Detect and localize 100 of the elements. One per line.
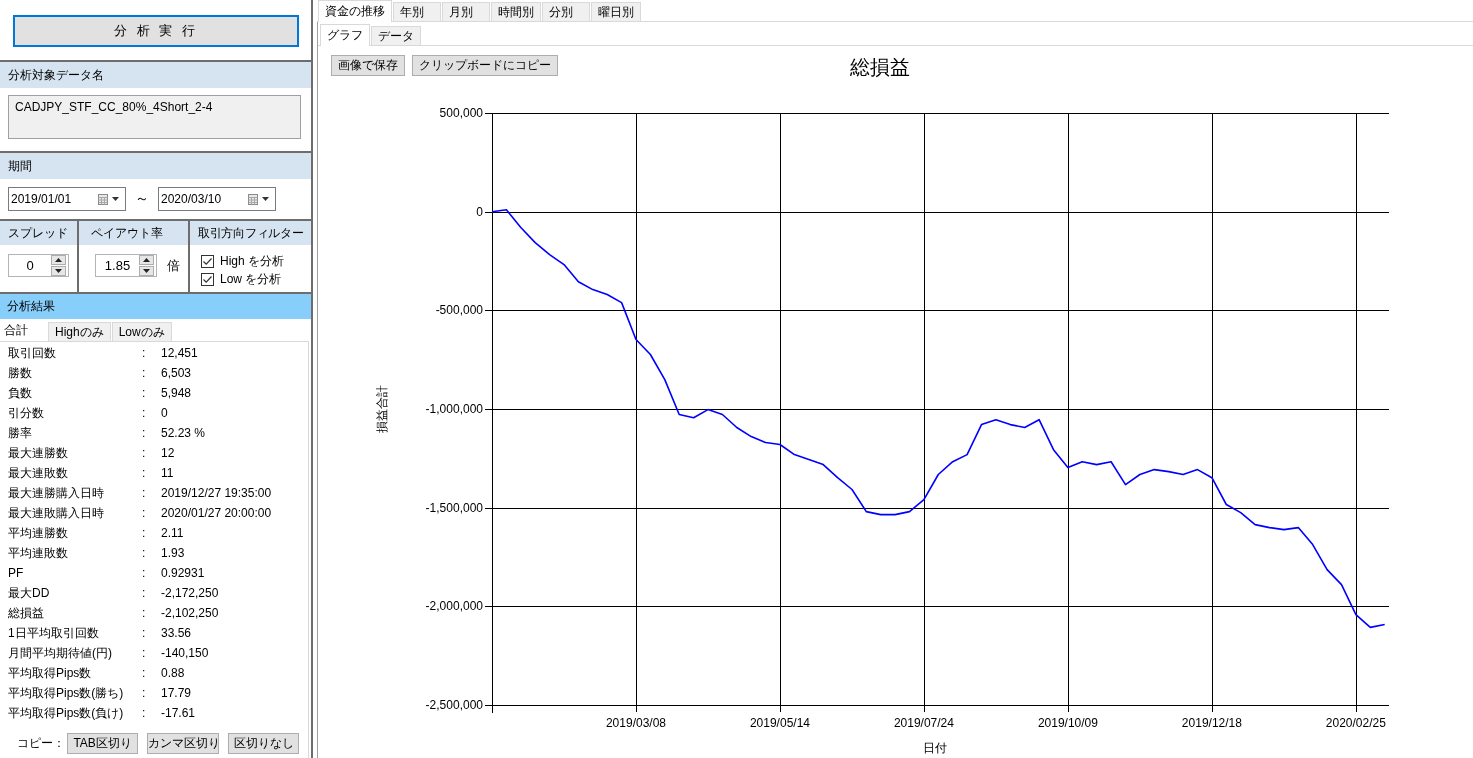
stat-separator: : — [142, 666, 147, 680]
stat-separator: : — [142, 506, 147, 520]
stat-separator: : — [142, 406, 147, 420]
stat-label: 平均取得Pips数(負け) — [8, 704, 125, 722]
stat-separator: : — [142, 566, 147, 580]
x-tick-label: 2020/02/25 — [1325, 716, 1386, 730]
stat-label: 1日平均取引回数 — [8, 624, 100, 642]
increment-button[interactable] — [51, 255, 66, 265]
stat-value: 1.93 — [161, 546, 186, 560]
decrement-button[interactable] — [139, 266, 154, 276]
y-tick-label: 0 — [476, 204, 483, 219]
date-value: 2019/01/01 — [11, 192, 73, 206]
y-tick-label: -2,500,000 — [425, 698, 483, 712]
y-tick-label: 500,000 — [439, 106, 483, 120]
stat-label: 負数 — [8, 384, 33, 402]
checkbox[interactable] — [201, 272, 214, 286]
tab[interactable]: Highのみ — [48, 322, 111, 341]
number-spinner[interactable]: 0 — [8, 254, 69, 277]
stat-label: 最大連勝購入日時 — [8, 484, 105, 502]
stat-label: 最大連敗購入日時 — [8, 504, 105, 522]
toolbar-button[interactable]: 画像で保存 — [331, 55, 405, 76]
tab[interactable]: 時間別 — [491, 2, 541, 21]
x-tick-label: 2019/03/08 — [605, 716, 666, 730]
stat-value: 12 — [161, 446, 176, 460]
stat-value: 2020/01/27 20:00:00 — [161, 506, 273, 520]
stat-label: 平均連勝数 — [8, 524, 69, 542]
stat-separator: : — [142, 526, 147, 540]
stat-value: -17.61 — [161, 706, 197, 720]
stat-value: 5,948 — [161, 386, 193, 400]
section-heading: スプレッド — [0, 221, 77, 245]
tab[interactable]: データ — [371, 26, 421, 45]
copy-button[interactable]: TAB区切り — [67, 733, 139, 754]
tab[interactable]: 曜日別 — [591, 2, 641, 21]
spinner-value: 0 — [25, 258, 35, 273]
stat-separator: : — [142, 606, 147, 620]
stat-label: 最大連勝数 — [8, 444, 69, 462]
tab[interactable]: グラフ — [320, 24, 370, 46]
stat-label: 平均取得Pips数 — [8, 664, 93, 682]
checkbox[interactable] — [201, 254, 214, 268]
stat-value: 2019/12/27 19:35:00 — [161, 486, 273, 500]
stat-value: -2,172,250 — [161, 586, 220, 600]
section-heading: ペイアウト率 — [79, 221, 188, 245]
tab[interactable]: 年別 — [393, 2, 441, 21]
stat-value: 2.11 — [161, 526, 185, 540]
section-heading: 取引方向フィルター — [190, 221, 311, 245]
tab[interactable]: 資金の推移 — [318, 0, 392, 22]
toolbar-button[interactable]: クリップボードにコピー — [412, 55, 558, 76]
stat-value: 52.23 % — [161, 426, 207, 440]
stat-value: -2,102,250 — [161, 606, 220, 620]
dropdown-caret-icon[interactable] — [112, 197, 119, 201]
y-tick-label: -500,000 — [435, 303, 483, 318]
copy-button[interactable]: カンマ区切り — [147, 733, 220, 754]
run-analysis-button[interactable]: 分 析 実 行 — [13, 15, 299, 47]
stat-value: 11 — [161, 466, 175, 480]
stat-value: 0 — [161, 406, 169, 420]
x-tick-label: 2019/12/18 — [1181, 716, 1242, 730]
increment-button[interactable] — [139, 255, 154, 265]
stat-label: 最大連敗数 — [8, 464, 69, 482]
start-date-picker[interactable]: 2019/01/01 — [8, 187, 126, 211]
y-tick-label: -2,000,000 — [425, 599, 483, 614]
copy-button[interactable]: 区切りなし — [228, 733, 299, 754]
up-triangle-icon — [55, 258, 62, 262]
stat-separator: : — [142, 466, 147, 480]
stat-separator: : — [142, 386, 147, 400]
up-triangle-icon — [143, 258, 150, 262]
stat-label: 平均取得Pips数(勝ち) — [8, 684, 125, 702]
tab[interactable]: 分別 — [542, 2, 590, 21]
number-spinner[interactable]: 1.85 — [95, 254, 157, 277]
stat-separator: : — [142, 586, 147, 600]
stat-separator: : — [142, 346, 147, 360]
stat-label: 勝率 — [8, 424, 33, 442]
range-separator: ～ — [134, 190, 150, 208]
stat-label: 総損益 — [8, 604, 45, 622]
stat-separator: : — [142, 486, 147, 500]
stat-value: 17.79 — [161, 686, 193, 700]
y-tick-label: -1,000,000 — [425, 402, 483, 416]
section-heading: 分析対象データ名 — [0, 62, 311, 88]
stat-separator: : — [142, 366, 147, 380]
x-tick-label: 2019/07/24 — [893, 716, 954, 730]
stat-value: 33.56 — [161, 626, 193, 640]
stat-label: 月間平均期待値(円) — [8, 644, 113, 662]
stat-label: 最大DD — [8, 584, 51, 602]
stat-separator: : — [142, 646, 147, 660]
down-triangle-icon — [55, 269, 62, 273]
stat-label: 取引回数 — [8, 344, 57, 362]
stat-value: -140,150 — [161, 646, 210, 660]
x-tick-label: 2019/05/14 — [749, 716, 810, 730]
data-name-field[interactable]: CADJPY_STF_CC_80%_4Short_2-4 — [8, 95, 301, 139]
dropdown-caret-icon[interactable] — [262, 197, 269, 201]
tab[interactable]: 月別 — [442, 2, 490, 21]
end-date-picker[interactable]: 2020/03/10 — [158, 187, 276, 211]
down-triangle-icon — [143, 269, 150, 273]
spinner-value: 1.85 — [103, 258, 132, 273]
stat-label: 勝数 — [8, 364, 33, 382]
y-axis-title: 損益合計 — [375, 385, 389, 433]
stat-label: 引分数 — [8, 404, 45, 422]
stat-value: 12,451 — [161, 346, 199, 360]
decrement-button[interactable] — [51, 266, 66, 276]
section-heading: 期間 — [0, 153, 311, 179]
tab[interactable]: Lowのみ — [111, 322, 172, 341]
